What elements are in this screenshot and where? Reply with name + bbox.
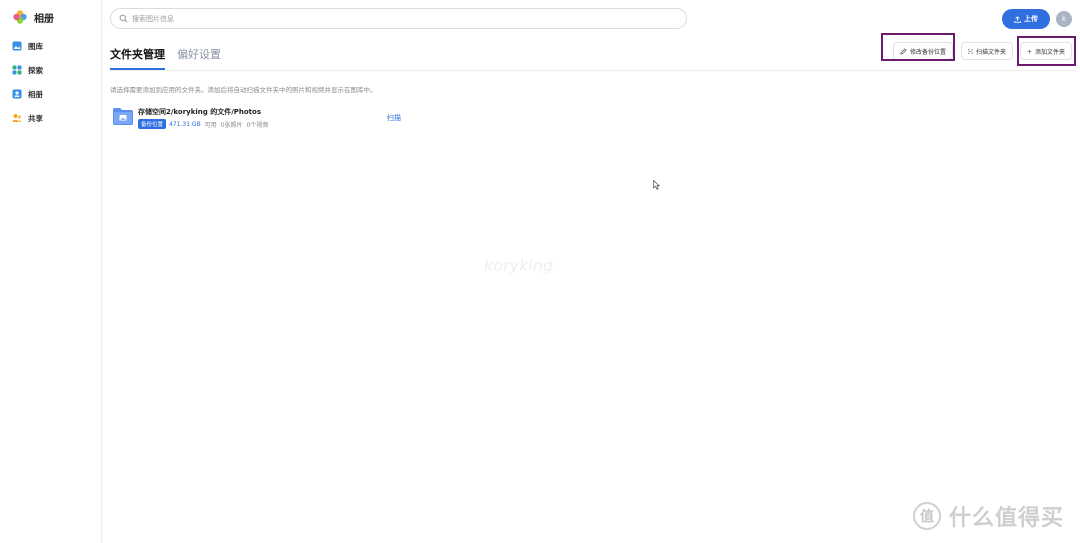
tab-preferences[interactable]: 偏好设置 xyxy=(177,46,221,70)
sidebar: 相册 图库 探索 相册 共享 xyxy=(0,0,102,543)
scan-icon xyxy=(968,48,973,54)
folder-video-count: 0个视频 xyxy=(246,121,269,129)
add-folder-button[interactable]: 添加文件夹 xyxy=(1020,42,1072,60)
tab-folder-management[interactable]: 文件夹管理 xyxy=(110,46,165,70)
upload-icon xyxy=(1014,15,1021,23)
scan-folder-label: 扫描文件夹 xyxy=(975,49,1006,56)
avatar[interactable]: k xyxy=(1056,11,1072,27)
sidebar-item-label: 共享 xyxy=(28,113,43,123)
mouse-cursor-icon xyxy=(653,180,660,190)
tab-bar: 文件夹管理 偏好设置 xyxy=(110,46,233,70)
add-folder-label: 添加文件夹 xyxy=(1034,49,1065,56)
folder-icon xyxy=(113,108,133,125)
sidebar-nav: 图库 探索 相册 共享 xyxy=(0,34,101,130)
edit-backup-location-label: 修改备份位置 xyxy=(909,49,946,56)
upload-label: 上传 xyxy=(1024,16,1038,23)
search-box[interactable] xyxy=(110,8,687,29)
app-header: 相册 xyxy=(0,0,101,34)
corner-watermark-text: 什么值得买 xyxy=(949,506,1065,531)
sidebar-item-gallery[interactable]: 图库 xyxy=(0,34,101,58)
corner-watermark-logo: 值 xyxy=(913,502,941,530)
gallery-icon xyxy=(12,41,22,51)
app-logo-icon xyxy=(13,10,27,24)
explore-icon xyxy=(12,65,22,75)
scan-folder-link[interactable]: 扫描 xyxy=(387,113,401,123)
folder-path: 存储空间2/koryking 的文件/Photos xyxy=(138,108,262,116)
folder-list-item: 存储空间2/koryking 的文件/Photos 备份位置 471.31 GB… xyxy=(112,106,412,130)
corner-watermark: 值 什么值得买 xyxy=(913,500,1064,532)
album-icon xyxy=(12,89,22,99)
sidebar-item-share[interactable]: 共享 xyxy=(0,106,101,130)
folder-size: 471.31 GB xyxy=(169,120,201,128)
sidebar-item-label: 探索 xyxy=(28,65,43,75)
backup-location-badge: 备份位置 xyxy=(138,119,167,129)
sidebar-item-album[interactable]: 相册 xyxy=(0,82,101,106)
edit-backup-location-button[interactable]: 修改备份位置 xyxy=(893,42,953,60)
tabs-divider xyxy=(110,70,1075,71)
upload-button[interactable]: 上传 xyxy=(1002,9,1050,29)
pencil-icon xyxy=(900,47,907,55)
scan-folder-button[interactable]: 扫描文件夹 xyxy=(961,42,1013,60)
share-icon xyxy=(12,114,22,122)
folder-meta: 备份位置 471.31 GB 可用 0张照片 0个视频 xyxy=(138,119,268,129)
sidebar-item-label: 图库 xyxy=(28,41,43,51)
app-title: 相册 xyxy=(34,13,54,25)
sidebar-item-explore[interactable]: 探索 xyxy=(0,58,101,82)
page-description: 请选择需要添加到应用的文件夹。添加后将自动扫描文件夹中的照片和视频并显示在图库中… xyxy=(110,86,377,94)
folder-photo-count: 0张照片 xyxy=(220,121,243,129)
folder-status: 可用 xyxy=(204,121,217,129)
avatar-initial: k xyxy=(1061,15,1067,23)
search-icon xyxy=(119,14,128,23)
sidebar-item-label: 相册 xyxy=(28,89,43,99)
search-input[interactable] xyxy=(132,14,672,23)
plus-icon xyxy=(1027,49,1032,53)
watermark-text: koryking xyxy=(484,256,554,275)
